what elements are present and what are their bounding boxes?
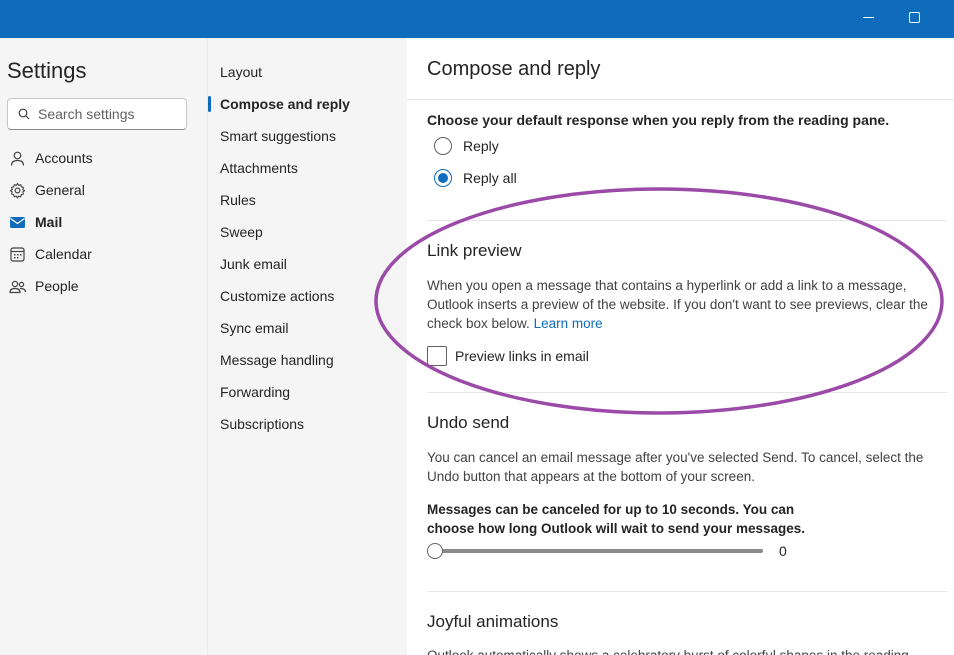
sidebar-item-label: Mail xyxy=(35,214,63,230)
gear-icon xyxy=(8,181,27,200)
submenu-item-customize-actions[interactable]: Customize actions xyxy=(220,286,334,306)
undo-send-title: Undo send xyxy=(427,413,510,432)
reply-question: Choose your default response when you re… xyxy=(427,112,890,128)
content-header: Compose and reply xyxy=(407,38,954,100)
sidebar-item-label: General xyxy=(35,182,85,198)
submenu-item-forwarding[interactable]: Forwarding xyxy=(220,382,290,402)
sidebar-item-mail[interactable]: Mail xyxy=(8,208,62,236)
divider xyxy=(427,392,947,393)
search-box[interactable] xyxy=(7,98,187,130)
link-preview-desc-1: When you open a message that contains a … xyxy=(427,278,907,293)
mail-settings-submenu: Layout Compose and reply Smart suggestio… xyxy=(207,38,407,655)
people-icon xyxy=(8,277,27,296)
sidebar-item-calendar[interactable]: Calendar xyxy=(8,240,92,268)
person-icon xyxy=(8,149,27,168)
sidebar-item-general[interactable]: General xyxy=(8,176,85,204)
selected-indicator xyxy=(208,96,211,112)
reply-all-radio-label[interactable]: Reply all xyxy=(463,169,517,188)
submenu-item-junk-email[interactable]: Junk email xyxy=(220,254,287,274)
reply-radio-label[interactable]: Reply xyxy=(463,137,499,156)
sidebar-item-label: People xyxy=(35,278,79,294)
divider xyxy=(427,220,947,221)
maximize-button[interactable] xyxy=(891,0,937,34)
submenu-item-subscriptions[interactable]: Subscriptions xyxy=(220,414,304,434)
settings-content[interactable]: Compose and reply Choose your default re… xyxy=(407,38,954,655)
maximize-icon xyxy=(908,11,920,23)
submenu-item-compose-and-reply[interactable]: Compose and reply xyxy=(220,94,350,114)
undo-send-desc-2: Undo button that appears at the bottom o… xyxy=(427,469,755,484)
page-title: Compose and reply xyxy=(427,58,601,80)
undo-send-slider-track[interactable] xyxy=(435,549,763,553)
submenu-item-sync-email[interactable]: Sync email xyxy=(220,318,288,338)
search-input[interactable] xyxy=(38,106,178,122)
undo-send-desc-1: You can cancel an email message after yo… xyxy=(427,450,924,465)
preview-links-label[interactable]: Preview links in email xyxy=(455,347,589,366)
joyful-animations-desc: Outlook automatically shows a celebrator… xyxy=(427,646,909,655)
sidebar-item-accounts[interactable]: Accounts xyxy=(8,144,93,172)
sidebar-item-label: Accounts xyxy=(35,150,93,166)
search-icon xyxy=(18,108,30,120)
settings-sidebar: Settings Accounts General Mail Calendar … xyxy=(0,38,207,655)
submenu-item-smart-suggestions[interactable]: Smart suggestions xyxy=(220,126,336,146)
joyful-animations-title: Joyful animations xyxy=(427,612,559,631)
submenu-item-layout[interactable]: Layout xyxy=(220,62,262,82)
settings-title: Settings xyxy=(7,58,87,83)
minimize-icon xyxy=(862,16,874,18)
submenu-item-message-handling[interactable]: Message handling xyxy=(220,350,334,370)
learn-more-link[interactable]: Learn more xyxy=(534,316,603,331)
submenu-item-rules[interactable]: Rules xyxy=(220,190,256,210)
undo-send-note-1: Messages can be canceled for up to 10 se… xyxy=(427,502,795,517)
link-preview-desc-3: check box below. Learn more xyxy=(427,316,603,331)
sidebar-item-people[interactable]: People xyxy=(8,272,79,300)
sidebar-item-label: Calendar xyxy=(35,246,92,262)
link-preview-desc-2: Outlook inserts a preview of the website… xyxy=(427,297,928,312)
submenu-item-attachments[interactable]: Attachments xyxy=(220,158,298,178)
reply-all-radio[interactable] xyxy=(434,169,452,187)
reply-radio[interactable] xyxy=(434,137,452,155)
calendar-icon xyxy=(8,245,27,264)
divider xyxy=(427,591,947,592)
minimize-button[interactable] xyxy=(845,0,891,34)
link-preview-title: Link preview xyxy=(427,241,522,260)
undo-send-slider-value: 0 xyxy=(779,543,787,559)
submenu-item-sweep[interactable]: Sweep xyxy=(220,222,263,242)
undo-send-slider-thumb[interactable] xyxy=(427,543,443,559)
mail-icon xyxy=(8,213,27,232)
title-bar xyxy=(0,0,954,38)
undo-send-note-2: choose how long Outlook will wait to sen… xyxy=(427,521,806,536)
preview-links-checkbox[interactable] xyxy=(427,346,447,366)
